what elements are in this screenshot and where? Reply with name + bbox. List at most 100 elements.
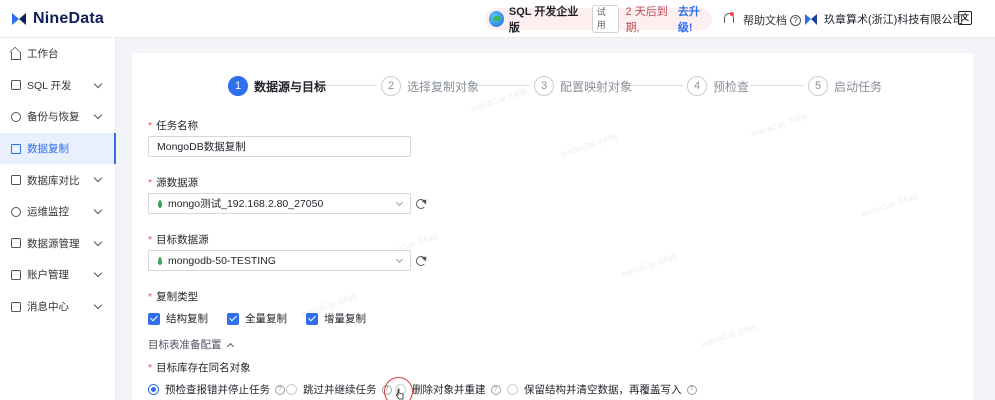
required-mark: * — [148, 234, 153, 246]
checkbox-label: 增量复制 — [324, 313, 366, 325]
chevron-down-icon — [93, 110, 103, 120]
message-icon — [11, 301, 21, 312]
mongodb-leaf-icon — [158, 199, 162, 208]
edition-name: SQL 开发企业版 — [508, 6, 579, 34]
step-connector — [323, 85, 377, 86]
step-number: 5 — [808, 76, 828, 96]
chevron-down-icon — [93, 237, 103, 246]
edition-banner[interactable]: SQL 开发企业版 试用 2 天后到期, 去升级! — [485, 5, 712, 34]
required-mark: * — [148, 120, 153, 132]
upgrade-link[interactable]: 去升级! — [678, 3, 712, 35]
source-datasource-value: mongo测试_192.168.2.80_27050 — [168, 198, 324, 210]
radio-label: 预检查报错并停止任务 — [165, 384, 270, 396]
company-switcher[interactable]: 玖章算术(浙江)科技有限公司 — [804, 11, 963, 27]
sidebar-item-label: 数据库对比 — [27, 174, 80, 187]
globe-icon — [489, 11, 504, 27]
home-icon — [11, 51, 21, 60]
step-2: 2 选择复制对象 — [381, 76, 479, 96]
datasource-icon — [11, 238, 21, 249]
replication-type-label: * 复制类型 — [148, 291, 199, 303]
compare-icon — [11, 175, 21, 186]
replication-icon — [11, 143, 21, 154]
monitor-icon — [11, 206, 21, 217]
main-panel — [132, 53, 973, 400]
radio-icon — [286, 384, 297, 395]
radio-label: 删除对象并重建 — [412, 384, 486, 396]
checkbox-label: 结构复制 — [166, 313, 208, 325]
notification-bell-icon[interactable] — [722, 12, 734, 25]
step-connector — [629, 85, 683, 86]
question-icon[interactable]: ? — [686, 384, 697, 395]
task-name-value: MongoDB数据复制 — [157, 141, 246, 153]
chevron-down-icon — [93, 79, 103, 88]
checkbox-full[interactable]: 全量复制 — [227, 311, 287, 326]
sidebar-item-label: 备份与恢复 — [27, 111, 80, 124]
checkbox-checked-icon — [306, 312, 318, 325]
sidebar-item-label: 工作台 — [27, 48, 59, 61]
step-number: 4 — [687, 76, 707, 96]
sidebar-item-sql-dev[interactable]: SQL 开发 — [0, 70, 115, 102]
step-number: 3 — [534, 76, 554, 96]
step-label: 选择复制对象 — [407, 79, 480, 94]
help-docs-link[interactable]: 帮助文档 ? — [743, 12, 801, 28]
help-docs-label: 帮助文档 — [743, 15, 787, 27]
chevron-down-icon — [93, 300, 103, 309]
step-4: 4 预检查 — [687, 76, 749, 96]
source-datasource-select[interactable]: mongo测试_192.168.2.80_27050 — [148, 193, 411, 214]
expire-text: 2 天后到期, — [625, 6, 668, 34]
checkbox-label: 全量复制 — [245, 313, 287, 325]
required-mark: * — [148, 362, 153, 374]
same-name-label: * 目标库存在同名对象 — [148, 362, 251, 374]
radio-keep-structure[interactable]: 保留结构并清空数据，再覆盖写入 ? — [507, 382, 697, 397]
sidebar-item-workbench[interactable]: 工作台 — [0, 38, 115, 70]
task-name-input[interactable]: MongoDB数据复制 — [148, 136, 411, 157]
sidebar: 工作台 SQL 开发 备份与恢复 数据复制 数据库对比 运维监控 数据源管理 账… — [0, 38, 116, 400]
step-label: 数据源与目标 — [254, 79, 327, 94]
refresh-icon[interactable] — [416, 256, 426, 266]
sidebar-item-backup[interactable]: 备份与恢复 — [0, 101, 115, 133]
sidebar-item-label: 运维监控 — [27, 206, 69, 219]
mongodb-leaf-icon — [158, 256, 162, 265]
step-3: 3 配置映射对象 — [534, 76, 632, 96]
step-number: 1 — [228, 76, 248, 96]
trial-badge: 试用 — [591, 5, 619, 33]
question-icon: ? — [790, 14, 801, 26]
step-label: 预检查 — [713, 79, 750, 94]
hand-cursor-icon — [396, 388, 404, 400]
sidebar-item-label: 数据源管理 — [27, 237, 80, 250]
chevron-up-icon — [226, 342, 234, 350]
ninedata-logo-icon — [12, 12, 26, 25]
checkbox-incremental[interactable]: 增量复制 — [306, 311, 366, 326]
question-icon[interactable]: ? — [490, 384, 501, 395]
sidebar-item-datasource[interactable]: 数据源管理 — [0, 228, 115, 260]
refresh-icon[interactable] — [416, 199, 426, 209]
task-name-label: * 任务名称 — [148, 120, 199, 132]
radio-skip-continue[interactable]: 跳过并继续任务 ? — [286, 382, 392, 397]
chevron-down-icon — [93, 174, 103, 183]
step-label: 启动任务 — [834, 79, 883, 94]
target-prep-toggle[interactable]: 目标表准备配置 — [148, 337, 234, 352]
sidebar-item-replication[interactable]: 数据复制 — [0, 132, 116, 165]
sidebar-item-messages[interactable]: 消息中心 — [0, 291, 115, 323]
step-label: 配置映射对象 — [560, 79, 633, 94]
terminal-icon — [11, 80, 21, 91]
checkbox-checked-icon — [148, 312, 160, 325]
step-5: 5 启动任务 — [808, 76, 882, 96]
sidebar-item-label: SQL 开发 — [27, 79, 72, 92]
brand-logo[interactable]: NineData — [10, 10, 104, 28]
sidebar-item-account[interactable]: 账户管理 — [0, 259, 115, 291]
language-icon[interactable]: 文 — [958, 11, 972, 25]
radio-precheck-stop[interactable]: 预检查报错并停止任务 ? — [148, 382, 285, 397]
chevron-down-icon — [395, 255, 404, 264]
account-icon — [11, 269, 21, 280]
target-datasource-select[interactable]: mongodb-50-TESTING — [148, 250, 411, 271]
target-prep-label: 目标表准备配置 — [148, 339, 222, 351]
sidebar-item-label: 消息中心 — [27, 301, 69, 314]
question-icon[interactable]: ? — [275, 384, 285, 395]
sidebar-item-label: 数据复制 — [27, 143, 69, 156]
chevron-down-icon — [395, 198, 404, 207]
sidebar-item-db-compare[interactable]: 数据库对比 — [0, 164, 115, 196]
step-connector — [476, 85, 530, 86]
checkbox-structure[interactable]: 结构复制 — [148, 311, 208, 326]
sidebar-item-monitor[interactable]: 运维监控 — [0, 196, 115, 228]
